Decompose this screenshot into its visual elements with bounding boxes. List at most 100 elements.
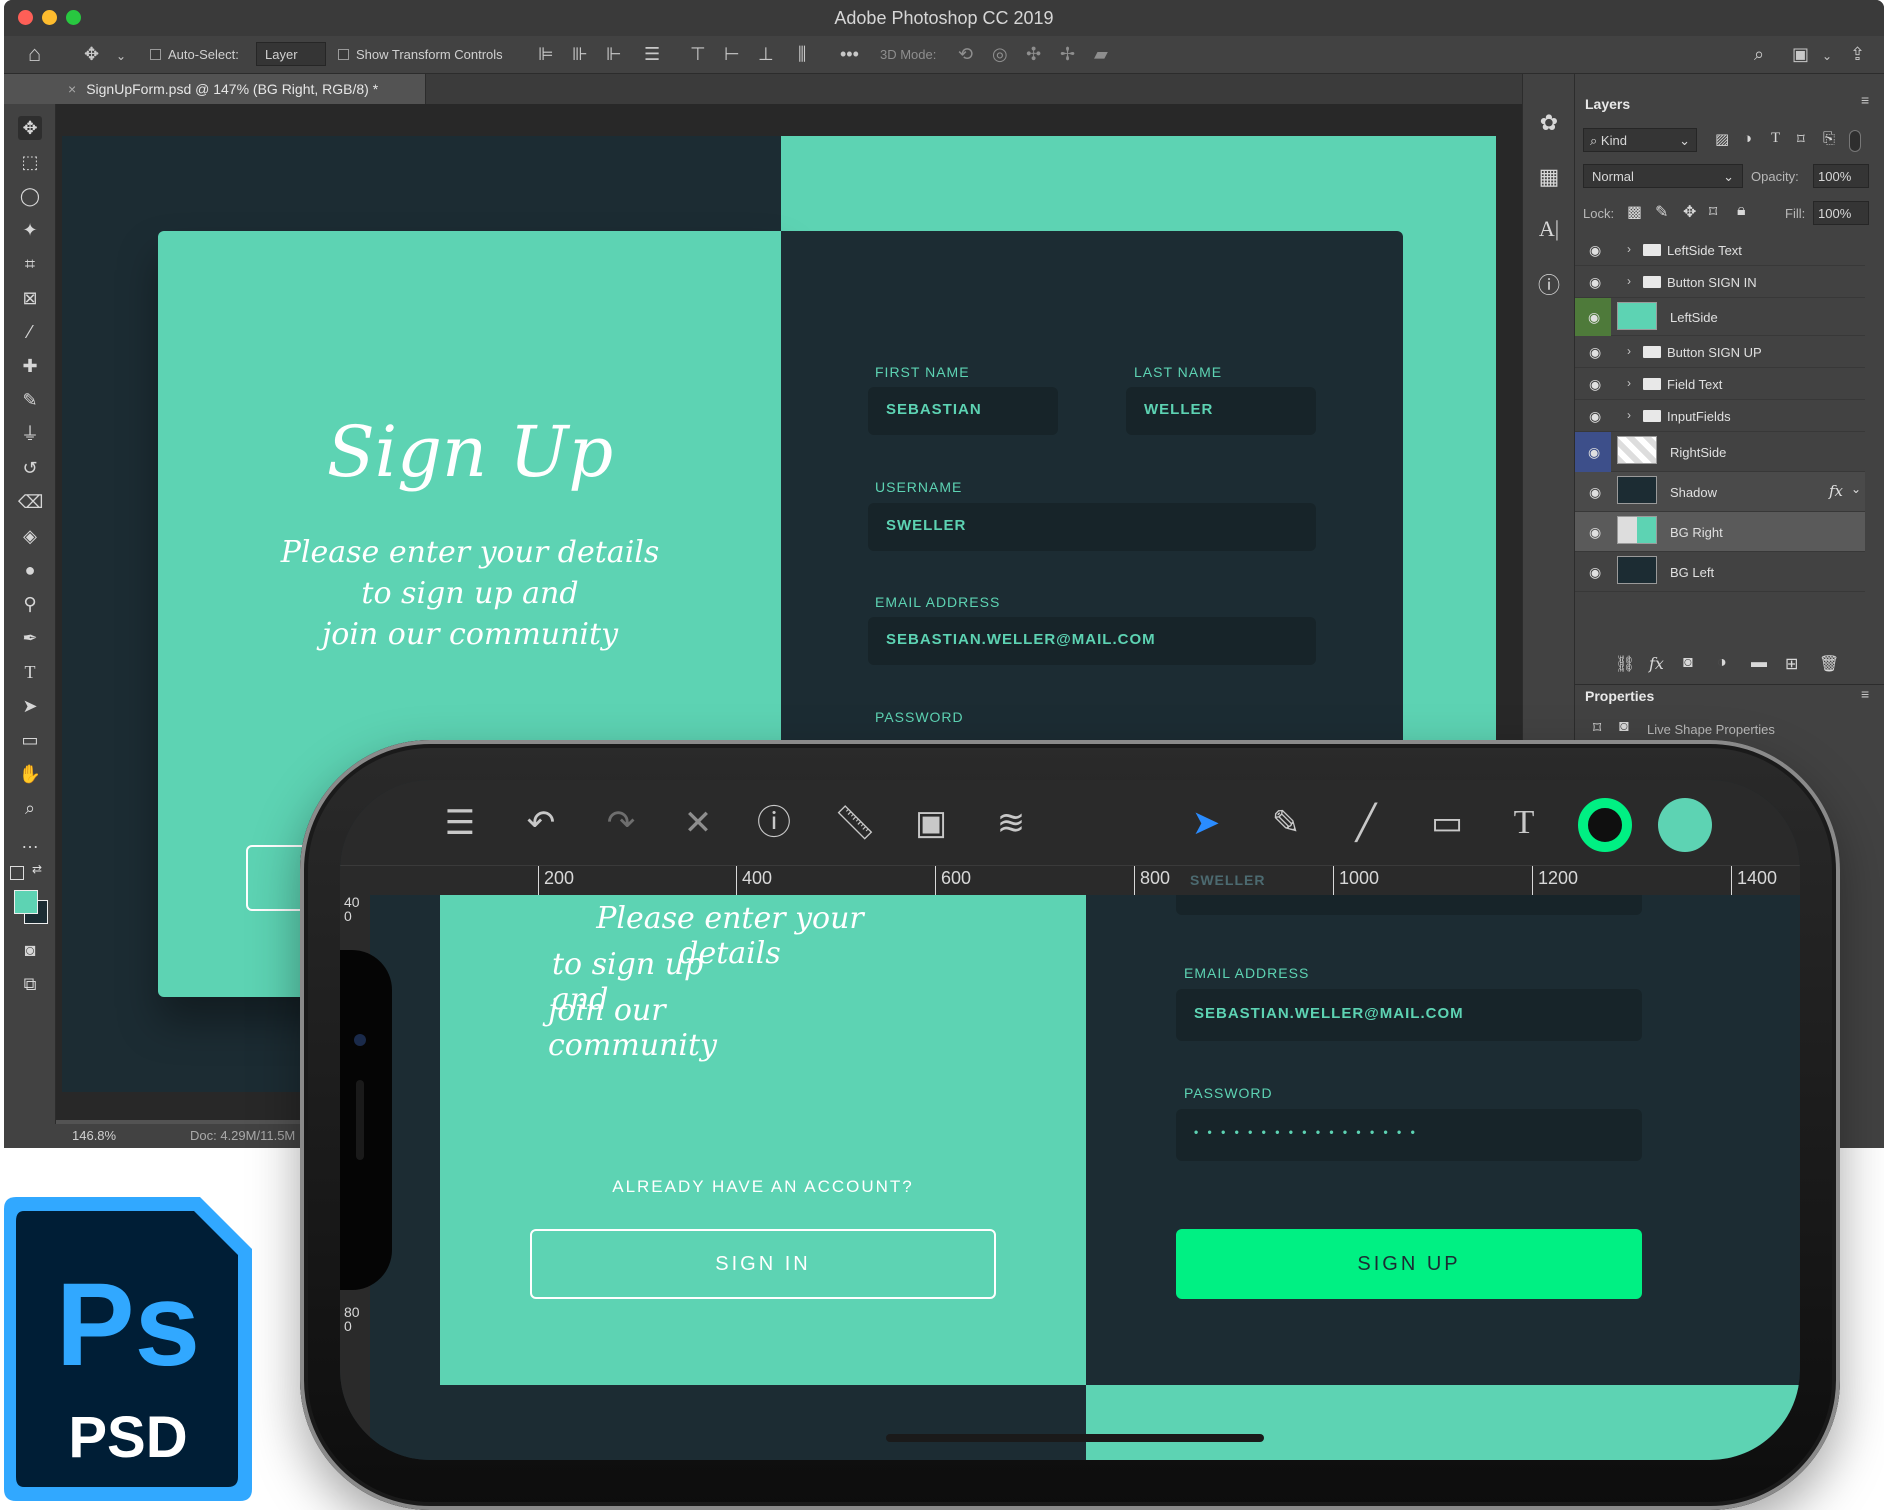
- default-colors-icon[interactable]: [10, 866, 24, 880]
- type-tool-icon[interactable]: T: [18, 660, 42, 684]
- stamp-tool-icon[interactable]: ⏚: [18, 422, 42, 446]
- align-middle-icon[interactable]: ⊢: [724, 44, 740, 64]
- layer-effects-badge[interactable]: fx: [1829, 482, 1843, 500]
- visibility-eye-icon[interactable]: ◉: [1575, 298, 1611, 336]
- pointer-tool-icon[interactable]: ➤: [1184, 802, 1228, 844]
- opacity-field[interactable]: 100%: [1813, 164, 1869, 188]
- close-tab-icon[interactable]: ×: [68, 81, 76, 97]
- text-tool-icon[interactable]: T: [1502, 802, 1546, 844]
- blur-tool-icon[interactable]: ●: [18, 558, 42, 582]
- close-icon[interactable]: ✕: [676, 802, 720, 844]
- properties-tab[interactable]: Properties: [1585, 688, 1654, 704]
- marquee-tool-icon[interactable]: ⬚: [18, 150, 42, 174]
- layer-row[interactable]: ◉ BG Left: [1575, 552, 1865, 592]
- layers-icon[interactable]: ≋: [986, 802, 1036, 844]
- adjustment-layer-icon[interactable]: ◑: [1717, 654, 1727, 672]
- lock-position-icon[interactable]: ✥: [1683, 202, 1696, 222]
- 3d-slide-icon[interactable]: ✢: [1060, 44, 1075, 64]
- pen-tool-icon[interactable]: ✒: [18, 626, 42, 650]
- lock-artboard-icon[interactable]: ⌑: [1709, 202, 1717, 222]
- filter-type-icon[interactable]: T: [1771, 130, 1780, 147]
- home-indicator[interactable]: [886, 1434, 1264, 1442]
- workspace-chevron-icon[interactable]: ⌄: [1822, 46, 1832, 66]
- align-left-icon[interactable]: ⊫: [538, 44, 554, 64]
- layers-panel-menu-icon[interactable]: ≡: [1861, 92, 1869, 108]
- visibility-eye-icon[interactable]: ◉: [1589, 564, 1601, 581]
- brush-tool-icon[interactable]: ✎: [18, 388, 42, 412]
- 3d-roll-icon[interactable]: ◎: [992, 44, 1008, 64]
- shape-properties-icon[interactable]: ⌑: [1593, 718, 1601, 738]
- layer-row[interactable]: ◉ › Field Text: [1575, 368, 1865, 400]
- workspace-icon[interactable]: ▣: [1792, 44, 1809, 64]
- auto-select-dropdown[interactable]: Layer: [256, 42, 326, 66]
- layer-row[interactable]: ◉ LeftSide: [1575, 298, 1865, 336]
- visibility-eye-icon[interactable]: ◉: [1589, 242, 1601, 259]
- healing-brush-tool-icon[interactable]: ✚: [18, 354, 42, 378]
- eraser-tool-icon[interactable]: ⌫: [18, 490, 43, 514]
- layers-tab[interactable]: Layers: [1585, 96, 1630, 112]
- mask-properties-icon[interactable]: ◙: [1619, 718, 1629, 736]
- swap-colors-icon[interactable]: ⇄: [32, 862, 42, 876]
- link-layers-icon[interactable]: ⛓: [1615, 654, 1635, 674]
- hand-tool-icon[interactable]: ✋: [18, 762, 42, 786]
- layer-row[interactable]: ◉ BG Right: [1575, 512, 1865, 552]
- chevron-right-icon[interactable]: ›: [1627, 242, 1631, 256]
- frame-tool-icon[interactable]: ⊠: [18, 286, 42, 310]
- layer-row[interactable]: ◉ › Button SIGN IN: [1575, 266, 1865, 298]
- visibility-eye-icon[interactable]: ◉: [1589, 524, 1601, 541]
- crop-tool-icon[interactable]: ⌗: [18, 252, 42, 276]
- path-selection-tool-icon[interactable]: ➤: [18, 694, 42, 718]
- swatches-panel-icon[interactable]: ▦: [1536, 164, 1562, 190]
- new-layer-icon[interactable]: ⊞: [1785, 654, 1798, 674]
- kind-filter-dropdown[interactable]: ⌕ Kind ⌄: [1583, 128, 1697, 152]
- layer-row[interactable]: ◉ › LeftSide Text: [1575, 234, 1865, 266]
- stroke-color-swatch[interactable]: [1578, 798, 1632, 852]
- phone-password-field[interactable]: • • • • • • • • • • • • • • • • •: [1176, 1109, 1642, 1161]
- info-icon[interactable]: ⓘ: [752, 802, 796, 844]
- layer-row[interactable]: ◉ › InputFields: [1575, 400, 1865, 432]
- line-tool-icon[interactable]: ╱: [1344, 802, 1388, 844]
- chevron-right-icon[interactable]: ›: [1627, 376, 1631, 390]
- filter-smart-object-icon[interactable]: ⎘: [1823, 130, 1835, 147]
- search-icon[interactable]: ⌕: [1754, 44, 1764, 64]
- fill-field[interactable]: 100%: [1813, 201, 1869, 225]
- zoom-level[interactable]: 146.8%: [72, 1128, 116, 1143]
- layer-row[interactable]: ◉ RightSide: [1575, 432, 1865, 472]
- trash-icon[interactable]: 🗑︎: [1819, 654, 1839, 674]
- hamburger-menu-icon[interactable]: ☰: [438, 802, 482, 844]
- show-transform-checkbox[interactable]: [338, 49, 349, 60]
- pencil-tool-icon[interactable]: ✎: [1264, 802, 1308, 844]
- move-tool-icon[interactable]: ✥: [18, 116, 42, 140]
- move-tool-icon[interactable]: ✥: [84, 44, 99, 64]
- add-style-icon[interactable]: fx: [1649, 654, 1664, 673]
- magic-wand-tool-icon[interactable]: ✦: [18, 218, 42, 242]
- align-center-icon[interactable]: ⊪: [572, 44, 588, 64]
- eyedropper-tool-icon[interactable]: ⁄: [18, 320, 42, 344]
- distribute-vertical-icon[interactable]: ⫼: [798, 44, 806, 64]
- undo-icon[interactable]: ↶: [516, 802, 566, 844]
- more-tools-icon[interactable]: …: [18, 830, 42, 854]
- visibility-eye-icon[interactable]: ◉: [1589, 274, 1601, 291]
- fill-color-swatch[interactable]: [1658, 798, 1712, 852]
- align-bottom-icon[interactable]: ⊥: [758, 44, 774, 64]
- filter-pixel-icon[interactable]: ▨: [1715, 130, 1729, 148]
- zoom-tool-icon[interactable]: ⌕: [18, 796, 42, 820]
- share-icon[interactable]: ⇪: [1850, 44, 1865, 64]
- visibility-eye-icon[interactable]: ◉: [1589, 408, 1601, 425]
- chevron-right-icon[interactable]: ›: [1627, 344, 1631, 358]
- distribute-icon[interactable]: ☰: [644, 44, 660, 64]
- chevron-down-icon[interactable]: ⌄: [1851, 482, 1861, 496]
- filter-adjustment-icon[interactable]: ◑: [1743, 130, 1752, 147]
- 3d-camera-icon[interactable]: ▰: [1094, 44, 1108, 64]
- 3d-pan-icon[interactable]: ✣: [1026, 44, 1041, 64]
- rectangle-tool-icon[interactable]: ▭: [18, 728, 42, 752]
- chevron-right-icon[interactable]: ›: [1627, 408, 1631, 422]
- blend-mode-dropdown[interactable]: Normal ⌄: [1583, 164, 1743, 188]
- phone-email-field[interactable]: SEBASTIAN.WELLER@MAIL.COM: [1176, 989, 1642, 1041]
- character-panel-icon[interactable]: A|: [1536, 216, 1562, 242]
- paint-bucket-tool-icon[interactable]: ◈: [18, 524, 42, 548]
- more-options-icon[interactable]: •••: [840, 44, 859, 64]
- sign-up-button[interactable]: SIGN UP: [1176, 1229, 1642, 1299]
- lock-pixels-icon[interactable]: ✎: [1655, 202, 1668, 222]
- quick-mask-icon[interactable]: ◙: [18, 938, 42, 962]
